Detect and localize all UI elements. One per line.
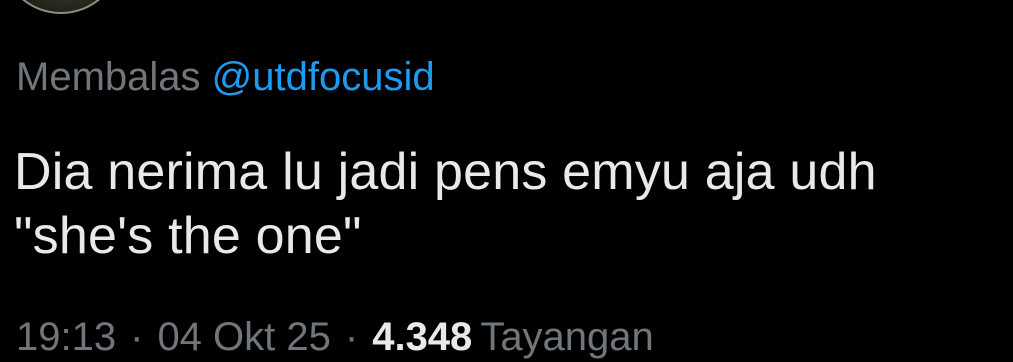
meta-separator: · (344, 315, 359, 359)
tweet-time[interactable]: 19:13 (16, 315, 116, 359)
avatar[interactable] (0, 0, 122, 14)
reply-context: Membalas @utdfocusid (16, 52, 435, 102)
tweet-text: Dia nerima lu jadi pens emyu aja udh "sh… (14, 143, 877, 265)
views-count: 4.348 (372, 315, 473, 359)
meta-separator: · (130, 315, 144, 359)
views-label: Tayangan (480, 315, 654, 359)
tweet-meta: 19:13 · 04 Okt 25 · 4.348 Tayangan (16, 312, 654, 362)
reply-prefix: Membalas (16, 55, 201, 99)
tweet-date[interactable]: 04 Okt 25 (157, 315, 330, 359)
reply-handle-link[interactable]: @utdfocusid (212, 55, 435, 99)
